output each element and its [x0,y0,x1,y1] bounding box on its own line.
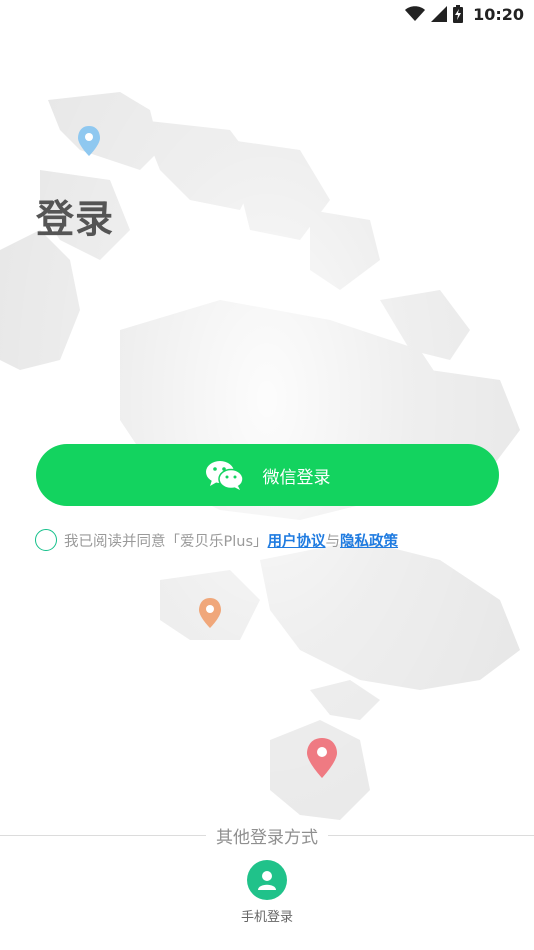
privacy-policy-link[interactable]: 隐私政策 [340,530,398,551]
user-icon [258,871,276,890]
agreement-row: 我已阅读并同意「爱贝乐Plus」 用户协议 与 隐私政策 [35,529,398,551]
phone-login-button[interactable]: 手机登录 [226,860,308,925]
other-login-label: 其他登录方式 [216,827,318,848]
status-time: 10:20 [473,4,524,24]
wechat-icon [205,461,244,490]
cellular-signal-icon [431,6,448,22]
agreement-text: 我已阅读并同意「爱贝乐Plus」 [64,533,268,550]
divider-line-left [0,834,206,836]
wifi-icon [405,6,426,21]
battery-charging-icon [453,5,464,23]
wechat-login-label: 微信登录 [262,467,331,488]
other-login-divider: 其他登录方式 [0,822,534,848]
phone-login-label: 手机登录 [240,910,293,925]
page-title: 登录 [36,197,115,241]
wechat-login-button[interactable]: 微信登录 [36,444,499,506]
agreement-checkbox[interactable] [35,529,57,551]
user-agreement-link[interactable]: 用户协议 [268,530,326,551]
phone-login-circle [247,860,287,900]
status-bar: 10:20 [0,0,534,28]
divider-line-right [328,834,534,836]
agreement-conjunction: 与 [325,533,341,550]
